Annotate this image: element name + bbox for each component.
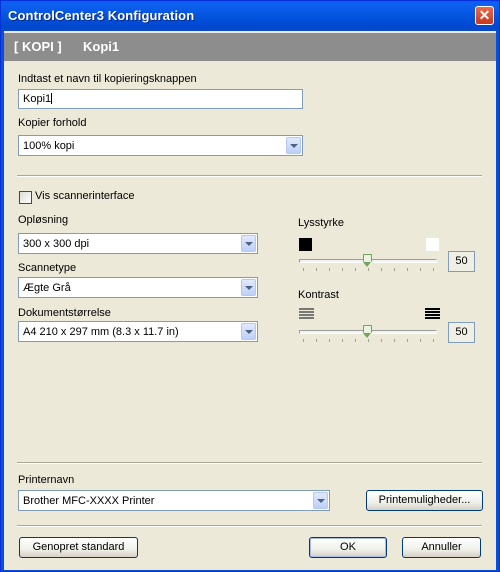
slider-tick [407, 339, 408, 342]
light-swatch-icon [426, 238, 439, 251]
slider-tick [394, 268, 395, 271]
copy-ratio-label: Kopier forhold [18, 117, 87, 129]
slider-tick [368, 268, 369, 271]
printer-select[interactable]: Brother MFC-XXXX Printer [18, 490, 330, 511]
slider-tick [420, 268, 421, 271]
slider-thumb[interactable] [363, 325, 372, 338]
divider [17, 525, 482, 527]
high-contrast-icon [425, 308, 440, 320]
scan-type-value: Ægte Grå [23, 282, 71, 294]
document-size-value: A4 210 x 297 mm (8.3 x 11.7 in) [23, 326, 179, 338]
divider [17, 462, 482, 464]
dialog-body: [ KOPI ] Kopi1 Indtast et navn til kopie… [4, 31, 496, 570]
printer-label: Printernavn [18, 474, 75, 486]
copy-ratio-select[interactable]: 100% kopi [18, 135, 303, 156]
slider-tick [368, 339, 369, 342]
resolution-label: Opløsning [18, 214, 69, 226]
header-name: Kopi1 [83, 39, 120, 54]
slider-tick [355, 268, 356, 271]
dialog-window: ControlCenter3 Konfiguration ✕ [ KOPI ] … [0, 0, 500, 572]
slider-tick [407, 268, 408, 271]
close-button[interactable]: ✕ [475, 6, 494, 25]
resolution-value: 300 x 300 dpi [23, 238, 90, 250]
title-bar[interactable]: ControlCenter3 Konfiguration ✕ [1, 1, 499, 31]
header-band: [ KOPI ] Kopi1 [4, 33, 496, 61]
slider-tick [355, 339, 356, 342]
printer-value: Brother MFC-XXXX Printer [23, 495, 155, 507]
slider-tick [342, 339, 343, 342]
contrast-label: Kontrast [298, 289, 339, 301]
slider-tick [316, 268, 317, 271]
low-contrast-icon [299, 308, 314, 320]
restore-defaults-button[interactable]: Genopret standard [19, 537, 138, 558]
name-field-label: Indtast et navn til kopieringsknappen [18, 73, 197, 85]
slider-tick [381, 268, 382, 271]
cancel-button[interactable]: Annuller [402, 537, 481, 558]
copy-ratio-value: 100% kopi [23, 140, 75, 152]
slider-tick [329, 268, 330, 271]
chevron-down-icon[interactable] [241, 279, 256, 296]
chevron-down-icon[interactable] [241, 235, 256, 252]
document-size-select[interactable]: A4 210 x 297 mm (8.3 x 11.7 in) [18, 321, 258, 342]
slider-tick [394, 339, 395, 342]
name-input[interactable]: Kopi1 [18, 89, 303, 109]
slider-tick [433, 339, 434, 342]
document-size-label: Dokumentstørrelse [18, 307, 111, 319]
slider-thumb[interactable] [363, 254, 372, 267]
chevron-down-icon[interactable] [241, 323, 256, 340]
brightness-value: 50 [448, 251, 475, 272]
chevron-down-icon[interactable] [313, 492, 328, 509]
contrast-slider[interactable] [299, 324, 439, 348]
name-input-value: Kopi1 [23, 93, 52, 105]
scanner-interface-label[interactable]: Vis scannerinterface [35, 190, 134, 202]
dark-swatch-icon [299, 238, 312, 251]
chevron-down-icon[interactable] [286, 137, 301, 154]
brightness-label: Lysstyrke [298, 217, 345, 229]
scan-type-label: Scannetype [18, 262, 77, 274]
slider-tick [316, 339, 317, 342]
header-section: [ KOPI ] [14, 39, 62, 54]
resolution-select[interactable]: 300 x 300 dpi [18, 233, 258, 254]
slider-tick [420, 339, 421, 342]
window-title: ControlCenter3 Konfiguration [8, 8, 195, 23]
slider-tick [381, 339, 382, 342]
divider [17, 175, 482, 177]
slider-tick [329, 339, 330, 342]
brightness-slider[interactable] [299, 253, 439, 277]
text-caret [51, 93, 53, 104]
slider-tick [433, 268, 434, 271]
slider-tick [303, 268, 304, 271]
contrast-value: 50 [448, 322, 475, 343]
scan-type-select[interactable]: Ægte Grå [18, 277, 258, 298]
slider-tick [303, 339, 304, 342]
slider-tick [342, 268, 343, 271]
ok-button[interactable]: OK [309, 537, 387, 558]
scanner-interface-checkbox[interactable] [19, 191, 32, 204]
printer-options-button[interactable]: Printemuligheder... [366, 490, 483, 511]
